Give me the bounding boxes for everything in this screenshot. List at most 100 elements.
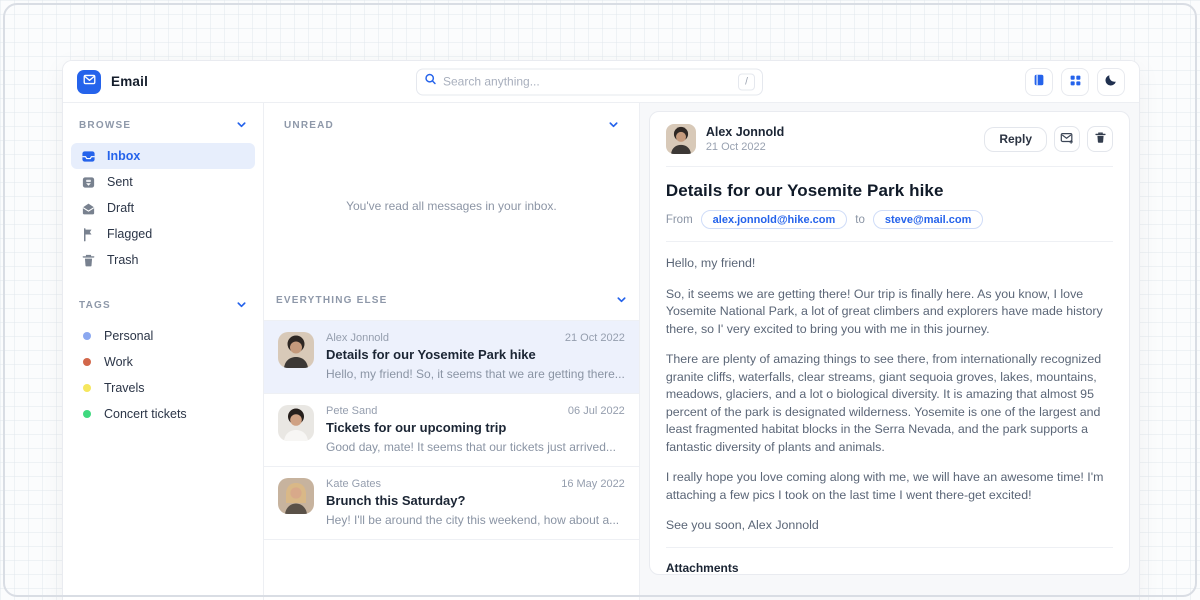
email-paragraph: So, it seems we are getting there! Our t… (666, 286, 1113, 339)
header-actions (1025, 68, 1125, 96)
email-preview: Good day, mate! It seems that our ticket… (326, 440, 625, 454)
tags-nav: Personal Work Travels Concert ticke (71, 323, 255, 427)
avatar (666, 124, 696, 154)
detail-actions: Reply (984, 126, 1113, 152)
tag-dot-icon (83, 410, 91, 418)
sidebar-item-trash[interactable]: Trash (71, 247, 255, 273)
message-list-column: UNREAD You've read all messages in your … (264, 103, 640, 600)
email-sender: Alex Jonnold (326, 332, 389, 344)
sent-icon (81, 175, 96, 190)
email-date: 16 May 2022 (561, 478, 625, 490)
unread-empty-message: You've read all messages in your inbox. (276, 133, 627, 279)
tag-item-travels[interactable]: Travels (71, 375, 255, 401)
sidebar-item-inbox[interactable]: Inbox (71, 143, 255, 169)
email-detail-card: Alex Jonnold 21 Oct 2022 Reply (649, 111, 1130, 575)
moon-icon (1104, 73, 1118, 90)
envelope-icon (83, 73, 96, 91)
email-paragraph: There are plenty of amazing things to se… (666, 351, 1113, 456)
divider (666, 547, 1113, 548)
email-summary: Kate Gates 16 May 2022 Brunch this Satur… (326, 478, 625, 527)
forward-mail-button[interactable] (1054, 126, 1080, 152)
email-paragraph: Hello, my friend! (666, 255, 1113, 273)
email-date: 21 Oct 2022 (565, 332, 625, 344)
browse-nav: Inbox Sent Draft (71, 143, 255, 273)
browse-section-header: BROWSE (71, 118, 255, 133)
email-preview: Hey! I'll be around the city this weeken… (326, 513, 625, 527)
search-bar[interactable]: / (416, 68, 763, 95)
avatar (278, 478, 314, 514)
tag-item-personal[interactable]: Personal (71, 323, 255, 349)
everything-else-title: EVERYTHING ELSE (276, 295, 388, 306)
tag-dot-icon (83, 332, 91, 340)
search-shortcut-badge: / (738, 73, 755, 90)
tag-label: Concert tickets (104, 407, 187, 421)
everything-else-header: EVERYTHING ELSE (264, 279, 639, 320)
tags-section-header: TAGS (71, 298, 255, 313)
chevron-down-icon (236, 118, 247, 133)
detail-subject: Details for our Yosemite Park hike (666, 181, 1113, 201)
email-paragraph: See you soon, Alex Jonnold (666, 517, 1113, 535)
tag-label: Travels (104, 381, 145, 395)
sidebar-item-label: Flagged (107, 227, 152, 241)
detail-sender-name: Alex Jonnold (706, 125, 784, 139)
email-detail-area: Alex Jonnold 21 Oct 2022 Reply (640, 103, 1139, 600)
dark-mode-button[interactable] (1097, 68, 1125, 96)
inbox-icon (81, 149, 96, 164)
sidebar-item-label: Sent (107, 175, 133, 189)
email-subject: Brunch this Saturday? (326, 493, 625, 508)
from-label: From (666, 214, 693, 226)
email-sender: Kate Gates (326, 478, 381, 490)
divider (666, 241, 1113, 242)
tag-label: Work (104, 355, 133, 369)
email-body: Hello, my friend! So, it seems we are ge… (666, 255, 1113, 535)
search-icon (424, 73, 437, 91)
envelope-plus-icon (1060, 131, 1074, 148)
sidebar-item-flagged[interactable]: Flagged (71, 221, 255, 247)
email-app-window: Email / (62, 60, 1140, 600)
app-header: Email / (63, 61, 1139, 103)
sidebar-item-label: Inbox (107, 149, 140, 163)
attachments-title: Attachments (666, 561, 1113, 575)
delete-mail-button[interactable] (1087, 126, 1113, 152)
notebook-button[interactable] (1025, 68, 1053, 96)
divider (666, 166, 1113, 167)
email-list-item-pete[interactable]: Pete Sand 06 Jul 2022 Tickets for our up… (264, 393, 639, 466)
detail-date: 21 Oct 2022 (706, 141, 784, 153)
email-paragraph: I really hope you love coming along with… (666, 469, 1113, 504)
detail-sender-block: Alex Jonnold 21 Oct 2022 (706, 125, 784, 153)
grid-icon (1069, 74, 1082, 90)
to-email-chip[interactable]: steve@mail.com (873, 210, 984, 229)
sidebar-item-label: Trash (107, 253, 139, 267)
search-input[interactable] (443, 75, 732, 89)
draft-icon (81, 201, 96, 216)
browse-collapse-button[interactable] (236, 118, 247, 133)
tags-collapse-button[interactable] (236, 298, 247, 313)
reply-button[interactable]: Reply (984, 127, 1047, 152)
email-subject: Tickets for our upcoming trip (326, 420, 625, 435)
sidebar-item-label: Draft (107, 201, 134, 215)
tag-item-work[interactable]: Work (71, 349, 255, 375)
tag-item-concert-tickets[interactable]: Concert tickets (71, 401, 255, 427)
tags-section-title: TAGS (79, 300, 111, 311)
email-sender: Pete Sand (326, 405, 377, 417)
trash-icon (1094, 131, 1107, 147)
email-list-item-alex[interactable]: Alex Jonnold 21 Oct 2022 Details for our… (264, 320, 639, 393)
to-label: to (855, 214, 865, 226)
chevron-down-icon (608, 118, 619, 133)
tag-dot-icon (83, 358, 91, 366)
browse-section-title: BROWSE (79, 120, 131, 131)
sidebar-item-draft[interactable]: Draft (71, 195, 255, 221)
from-email-chip[interactable]: alex.jonnold@hike.com (701, 210, 848, 229)
sidebar-item-sent[interactable]: Sent (71, 169, 255, 195)
app-logo (77, 70, 101, 94)
apps-grid-button[interactable] (1061, 68, 1089, 96)
tag-label: Personal (104, 329, 153, 343)
avatar (278, 405, 314, 441)
chevron-down-icon (236, 298, 247, 313)
unread-collapse-button[interactable] (608, 118, 619, 133)
email-subject: Details for our Yosemite Park hike (326, 347, 625, 362)
unread-section-header: UNREAD (276, 118, 627, 133)
email-summary: Alex Jonnold 21 Oct 2022 Details for our… (326, 332, 625, 381)
everything-else-collapse-button[interactable] (616, 293, 627, 308)
email-list-item-kate[interactable]: Kate Gates 16 May 2022 Brunch this Satur… (264, 466, 639, 540)
